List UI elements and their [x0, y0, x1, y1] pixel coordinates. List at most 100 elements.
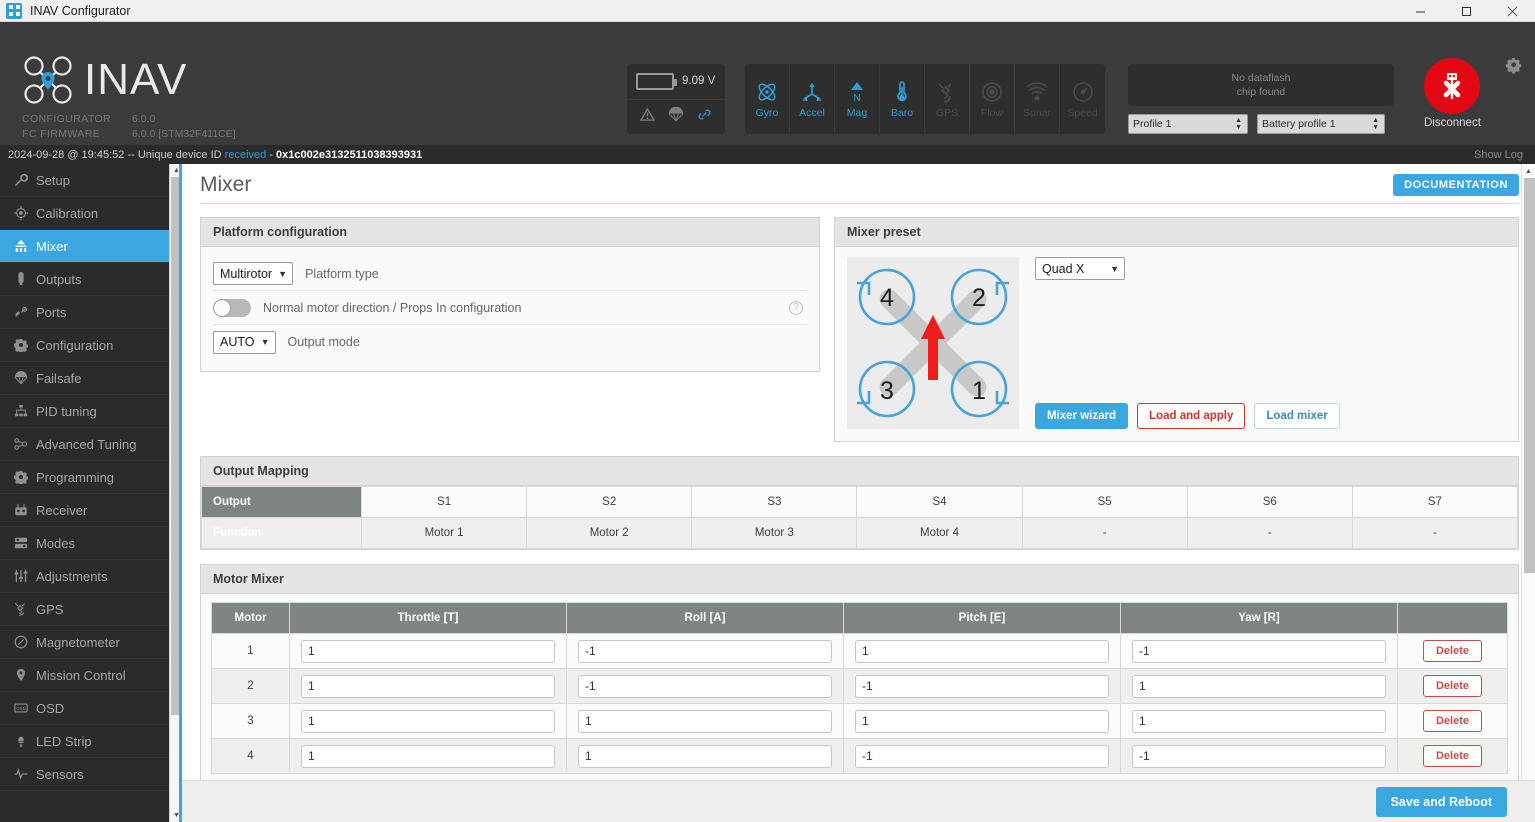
yaw-input[interactable] — [1132, 674, 1386, 698]
yaw-input[interactable] — [1132, 639, 1386, 663]
sidebar-item-outputs[interactable]: Outputs — [0, 263, 182, 296]
sidebar-item-mission-control[interactable]: Mission Control — [0, 659, 182, 692]
battery-profile-select[interactable]: Battery profile 1 ▲ ▼ — [1257, 114, 1385, 134]
throttle-input[interactable] — [301, 674, 555, 698]
mixer-preset-value: Quad X — [1042, 261, 1085, 276]
sidebar-item-magnetometer[interactable]: Magnetometer — [0, 626, 182, 659]
motor-index-cell: 4 — [211, 738, 290, 774]
compass-icon — [14, 635, 36, 649]
sensor-speed-label: Speed — [1067, 106, 1098, 119]
save-and-reboot-button[interactable]: Save and Reboot — [1375, 786, 1507, 817]
sidebar-item-calibration[interactable]: Calibration — [0, 197, 182, 230]
equalizer-icon — [14, 569, 36, 583]
profile-select-value: Profile 1 — [1133, 118, 1172, 130]
motor-mixer-row: 2 Delete — [211, 668, 1508, 704]
pitch-input[interactable] — [855, 674, 1109, 698]
throttle-input[interactable] — [301, 709, 555, 733]
configurator-label: CONFIGURATOR — [22, 113, 111, 125]
motor-mixer-throttle-cell — [289, 633, 567, 669]
output-mapping-row-header: Function — [201, 517, 362, 549]
profile-select[interactable]: Profile 1 ▲ ▼ — [1128, 114, 1248, 134]
sidebar-item-setup[interactable]: Setup — [0, 164, 182, 197]
roll-input[interactable] — [578, 709, 832, 733]
output-mapping-cell: S5 — [1021, 486, 1188, 518]
content-scroll-thumb[interactable] — [1524, 178, 1535, 573]
sidebar-item-pid-tuning[interactable]: PID tuning — [0, 395, 182, 428]
sidebar-item-programming[interactable]: Programming — [0, 461, 182, 494]
sidebar-item-label: Sensors — [36, 766, 84, 782]
sidebar-item-configuration[interactable]: Configuration — [0, 329, 182, 362]
roll-input[interactable] — [578, 744, 832, 768]
mixer-wizard-button[interactable]: Mixer wizard — [1035, 403, 1129, 429]
settings-gear-icon[interactable] — [1505, 56, 1525, 81]
sidebar-item-failsafe[interactable]: Failsafe — [0, 362, 182, 395]
motor-mixer-column-header: Roll [A] — [566, 602, 844, 634]
output-mapping-cell: S1 — [360, 486, 528, 518]
content-scrollbar[interactable]: ▲ ▼ — [1521, 164, 1535, 822]
output-mapping-cell: S6 — [1186, 486, 1353, 518]
yaw-input[interactable] — [1132, 709, 1386, 733]
sidebar-item-advanced-tuning[interactable]: Advanced Tuning — [0, 428, 182, 461]
delete-row-button[interactable]: Delete — [1422, 710, 1483, 732]
disconnect-label: Disconnect — [1424, 117, 1481, 129]
delete-row-button[interactable]: Delete — [1422, 745, 1483, 767]
mixer-preset-select[interactable]: Quad X ▼ — [1035, 257, 1125, 280]
help-icon[interactable]: ? — [789, 300, 803, 315]
sidebar-item-label: Ports — [36, 304, 67, 320]
roll-input[interactable] — [578, 674, 832, 698]
delete-row-button[interactable]: Delete — [1422, 640, 1483, 662]
sidebar-item-gps[interactable]: GPS — [0, 593, 182, 626]
log-status-bar: 2024-09-28 @ 19:45:52 -- Unique device I… — [0, 145, 1535, 164]
motor-mixer-row: 4 Delete — [211, 738, 1508, 774]
throttle-input[interactable] — [301, 639, 555, 663]
yaw-input[interactable] — [1132, 744, 1386, 768]
motor-mixer-row: 1 Delete — [211, 633, 1508, 669]
sensor-flow-label: Flow — [980, 106, 1004, 119]
delete-row-button[interactable]: Delete — [1422, 675, 1483, 697]
roll-input[interactable] — [578, 639, 832, 663]
pitch-input[interactable] — [855, 709, 1109, 733]
motor-mixer-roll-cell — [566, 738, 844, 774]
close-button[interactable] — [1489, 0, 1535, 22]
throttle-input[interactable] — [301, 744, 555, 768]
pitch-input[interactable] — [855, 639, 1109, 663]
output-mapping-cell: Motor 2 — [526, 517, 693, 549]
sidebar-item-sensors[interactable]: Sensors — [0, 758, 182, 791]
motor-direction-toggle[interactable] — [213, 298, 251, 317]
mixer-preset-panel: Mixer preset 4 2 3 1 Quad X ▼ Mixer wiza… — [834, 217, 1519, 456]
sidebar-item-adjustments[interactable]: Adjustments — [0, 560, 182, 593]
load-mixer-button[interactable]: Load mixer — [1254, 403, 1340, 429]
motor-mixer-yaw-cell — [1120, 738, 1398, 774]
output-mode-select[interactable]: AUTO ▼ — [213, 330, 276, 354]
motor-mixer-throttle-cell — [289, 668, 567, 704]
sensor-baro-label: Baro — [890, 106, 914, 119]
sidebar-item-led-strip[interactable]: LED Strip — [0, 725, 182, 758]
content-scroll-up-icon[interactable]: ▲ — [1522, 164, 1535, 178]
platform-type-select[interactable]: Multirotor ▼ — [213, 262, 294, 285]
sidebar-item-receiver[interactable]: Receiver — [0, 494, 182, 527]
sidebar-item-modes[interactable]: Modes — [0, 527, 182, 560]
sidebar-item-ports[interactable]: Ports — [0, 296, 182, 329]
configurator-version: 6.0.0 — [132, 113, 156, 125]
maximize-button[interactable] — [1443, 0, 1489, 22]
show-log-button[interactable]: Show Log — [1474, 149, 1523, 161]
gear-icon — [14, 338, 36, 352]
motor-mixer-roll-cell — [566, 633, 844, 669]
map-pin-icon — [14, 668, 36, 682]
documentation-button[interactable]: DOCUMENTATION — [1393, 174, 1519, 196]
sidebar-item-label: Adjustments — [36, 568, 108, 584]
sensor-baro: Baro — [880, 64, 925, 134]
pitch-input[interactable] — [855, 744, 1109, 768]
motor-mixer-yaw-cell — [1120, 668, 1398, 704]
load-and-apply-button[interactable]: Load and apply — [1137, 403, 1246, 429]
page-title: Mixer — [200, 173, 252, 196]
output-mapping-cell: S2 — [526, 486, 693, 518]
log-separator: -- — [127, 148, 135, 161]
sidebar-item-osd[interactable]: OSD OSD — [0, 692, 182, 725]
sidebar-item-mixer[interactable]: Mixer — [0, 230, 182, 263]
waveform-icon — [14, 767, 36, 781]
minimize-button[interactable] — [1397, 0, 1443, 22]
gear-icon — [14, 470, 36, 484]
disconnect-button[interactable]: Disconnect — [1424, 58, 1481, 129]
window-controls — [1397, 0, 1535, 22]
